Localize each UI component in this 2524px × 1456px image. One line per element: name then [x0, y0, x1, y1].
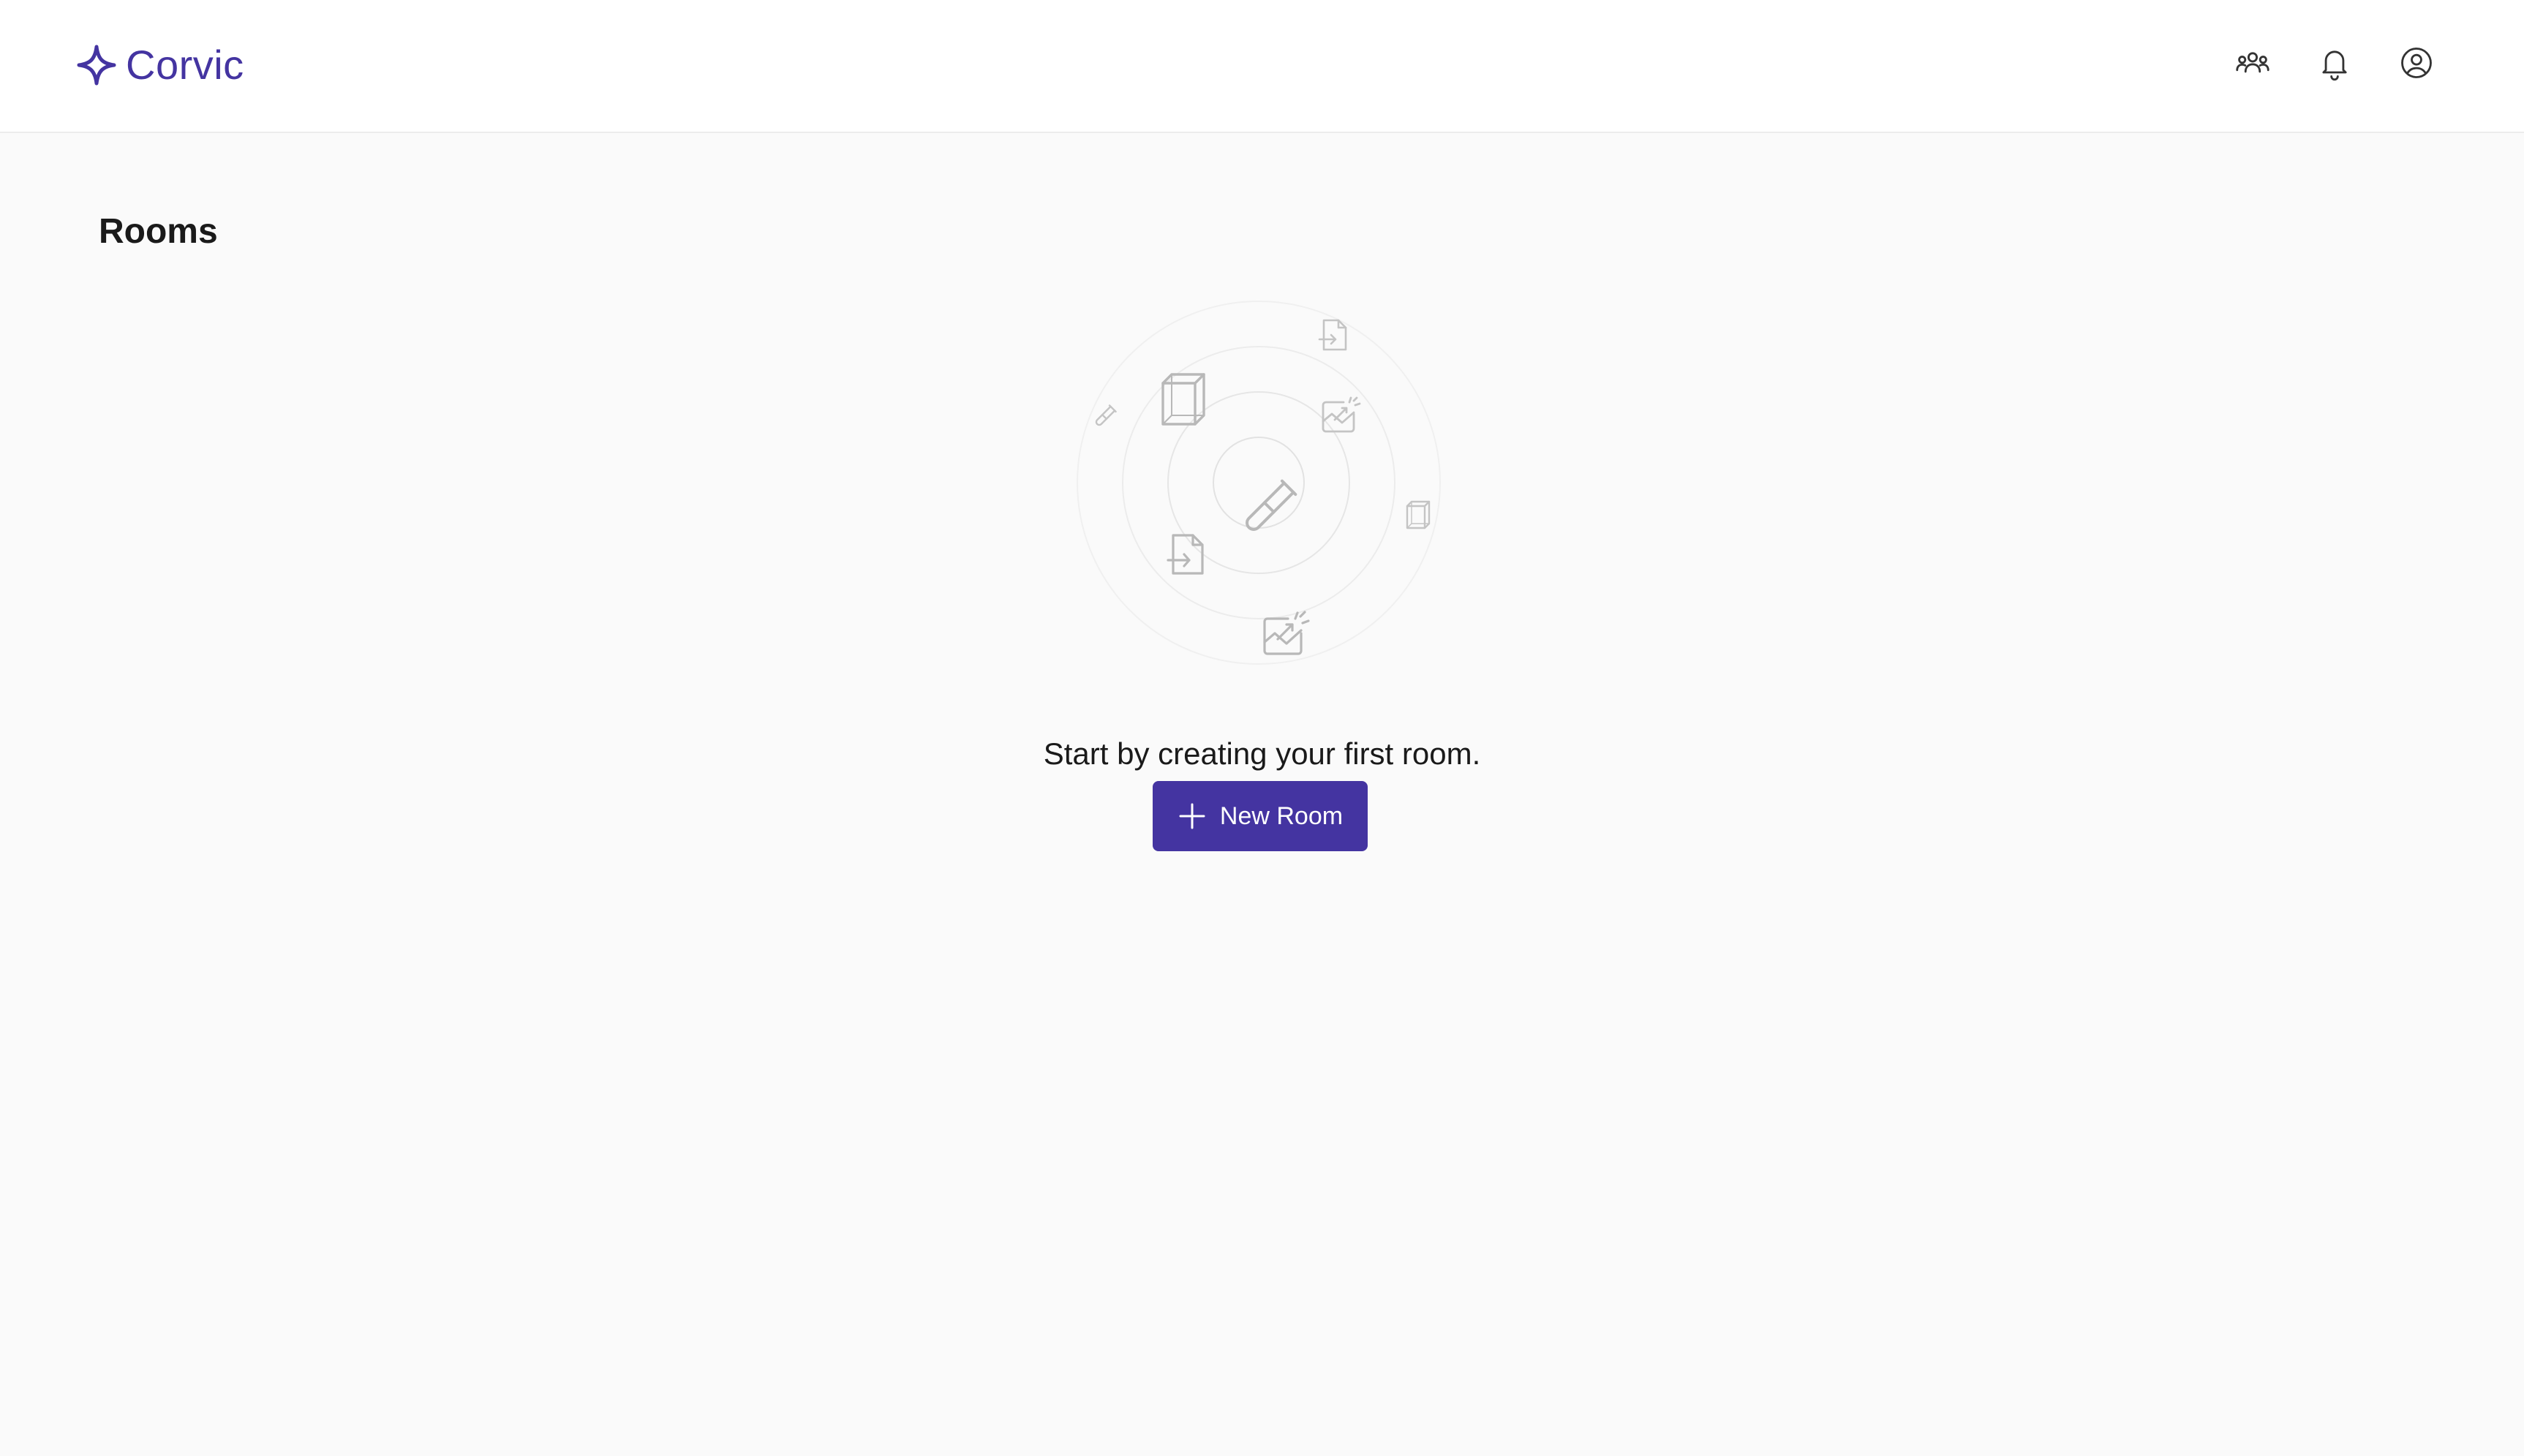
- top-navigation-bar: Corvic: [0, 0, 2524, 133]
- notifications-button[interactable]: [2313, 41, 2357, 85]
- test-tube-icon: [1095, 404, 1117, 426]
- corvic-star-icon: [77, 45, 116, 86]
- file-import-icon: [1167, 534, 1204, 575]
- cube-icon: [1161, 373, 1205, 426]
- empty-state-illustration: [1072, 298, 1445, 671]
- bell-icon: [2322, 50, 2347, 81]
- empty-state-message: Start by creating your first room.: [1043, 736, 1481, 771]
- image-sparkle-icon: [1263, 611, 1310, 655]
- ring: [1077, 301, 1441, 665]
- new-room-button-label: New Room: [1219, 801, 1344, 830]
- users-icon: [2236, 52, 2269, 73]
- header-actions: [2231, 41, 2438, 85]
- account-button[interactable]: [2395, 41, 2438, 85]
- cube-icon: [1406, 500, 1431, 529]
- file-import-icon: [1318, 319, 1347, 351]
- plus-icon: [1179, 803, 1205, 829]
- user-circle-icon: [2401, 48, 2432, 78]
- team-button[interactable]: [2231, 41, 2275, 85]
- brand-logo[interactable]: Corvic: [76, 41, 244, 89]
- new-room-button[interactable]: New Room: [1153, 781, 1368, 851]
- image-sparkle-icon: [1322, 396, 1361, 433]
- ring: [1213, 437, 1305, 529]
- brand-name: Corvic: [126, 42, 244, 88]
- page-title: Rooms: [99, 212, 218, 251]
